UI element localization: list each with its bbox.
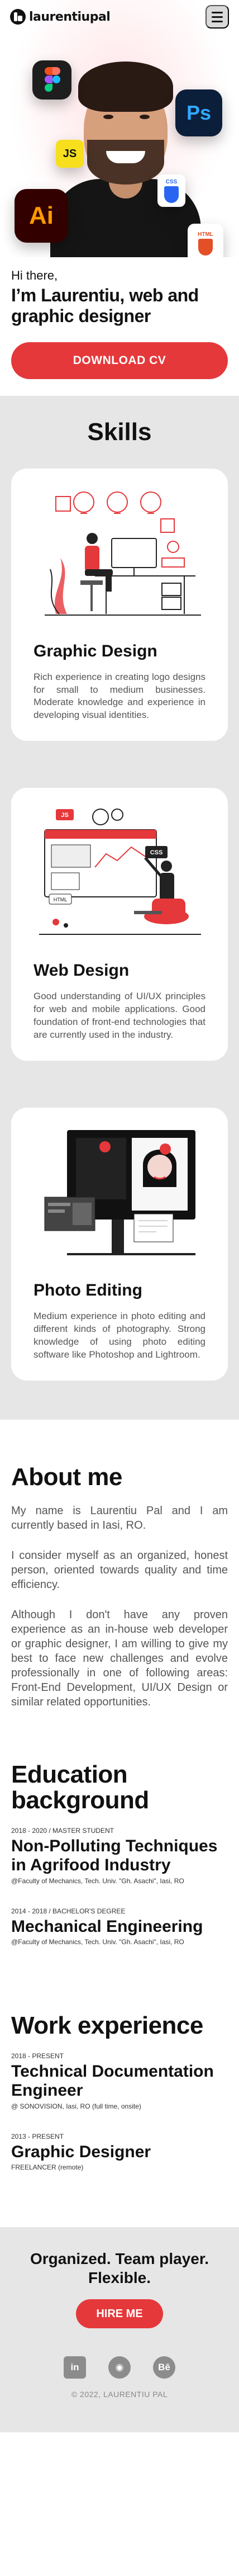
logo-text: laurentiupal	[29, 10, 111, 24]
skill-card-photo-editing: Photo Editing Medium experience in photo…	[11, 1108, 228, 1381]
menu-button[interactable]	[205, 5, 229, 29]
graphic-design-illustration-svg	[45, 491, 201, 616]
css3-icon: CSS	[157, 174, 185, 207]
html5-icon: HTML	[188, 224, 223, 257]
hire-me-button[interactable]: HIRE ME	[76, 2299, 163, 2329]
entry-subtitle: @Faculty of Mechanics, Tech. Univ. "Gh. …	[11, 1877, 184, 1885]
portrait-eye-right	[140, 115, 150, 119]
education-entry: 2018 - 2020 / MASTER STUDENT Non-Polluti…	[11, 1827, 228, 1884]
html-tag: HTML	[54, 897, 68, 902]
css-tag: CSS	[150, 849, 163, 856]
photo-editing-illustration	[34, 1124, 205, 1264]
photo-editing-illustration-svg	[44, 1130, 195, 1256]
skills-title: Skills	[87, 418, 152, 446]
skills-section: Skills Graphic Design Rich experience in…	[0, 395, 239, 1420]
web-design-illustration-svg: JS CSS HTML	[39, 809, 201, 935]
hamburger-icon-line	[212, 20, 223, 22]
hero-section: Ps JS CSS Ai HTML	[0, 0, 239, 257]
page-title: I’m Laurentiu, web and graphic designer	[11, 285, 199, 326]
entry-title: Mechanical Engineering	[11, 1917, 203, 1936]
js-tag: JS	[61, 812, 68, 819]
education-entry: 2014 - 2018 / BACHELOR'S DEGREE Mechanic…	[11, 1907, 228, 1946]
portrait-eye-left	[103, 115, 113, 119]
html5-icon-label: HTML	[198, 231, 213, 238]
github-icon[interactable]: ◉	[108, 2356, 131, 2379]
entry-meta: 2018 - 2020 / MASTER STUDENT	[11, 1827, 114, 1835]
css3-icon-label: CSS	[165, 178, 178, 185]
entry-title: Non-Polluting Techniques in Agrifood Ind…	[11, 1837, 218, 1874]
download-cv-button[interactable]: DOWNLOAD CV	[11, 342, 228, 379]
footer-tagline: Organized. Team player. Flexible.	[30, 2250, 209, 2286]
entry-subtitle: @Faculty of Mechanics, Tech. Univ. "Gh. …	[11, 1938, 184, 1946]
work-entry: 2018 - PRESENT Technical Documentation E…	[11, 2052, 228, 2110]
linkedin-icon[interactable]: in	[64, 2356, 86, 2379]
about-paragraph: I consider myself as an organized, hones…	[11, 1549, 228, 1591]
portrait-smile	[106, 151, 145, 163]
greeting: Hi there,	[11, 268, 58, 282]
figma-icon	[32, 60, 71, 100]
work-entry: 2013 - PRESENT Graphic Designer FREELANC…	[11, 2133, 228, 2172]
site-footer: Organized. Team player. Flexible. HIRE M…	[0, 2227, 239, 2433]
behance-icon[interactable]: Bē	[153, 2356, 175, 2379]
social-links: in ◉ Bē	[11, 2356, 228, 2379]
html5-shield-icon	[198, 238, 213, 256]
skill-description: Good understanding of UI/UX principles f…	[34, 991, 205, 1041]
photoshop-icon: Ps	[175, 89, 222, 136]
work-section: Work experience 2018 - PRESENT Technical…	[0, 1979, 239, 2205]
education-section: Education background 2018 - 2020 / MASTE…	[0, 1747, 239, 1979]
logo-mark-icon	[10, 9, 26, 25]
about-title: About me	[11, 1463, 122, 1491]
web-design-illustration: JS CSS HTML	[34, 805, 205, 944]
about-paragraph: Although I don't have any proven experie…	[11, 1609, 228, 1709]
skill-title: Photo Editing	[34, 1281, 142, 1300]
entry-meta: 2013 - PRESENT	[11, 2132, 64, 2140]
intro-section: Hi there, I’m Laurentiu, web and graphic…	[0, 257, 239, 396]
skill-title: Web Design	[34, 961, 130, 980]
skill-card-web-design: JS CSS HTML Web Design Good understandin…	[11, 788, 228, 1061]
graphic-design-illustration	[34, 485, 205, 625]
css3-shield-icon	[164, 186, 179, 203]
site-header: laurentiupal	[0, 0, 239, 34]
entry-subtitle: @ SONOVISION, Iasi, RO (full time, onsit…	[11, 2102, 141, 2110]
entry-title: Graphic Designer	[11, 2142, 151, 2161]
javascript-icon: JS	[56, 140, 84, 168]
skill-title: Graphic Design	[34, 641, 157, 660]
entry-title: Technical Documentation Engineer	[11, 2062, 214, 2100]
entry-subtitle: FREELANCER (remote)	[11, 2163, 84, 2172]
hamburger-icon	[212, 11, 223, 13]
about-paragraph: My name is Laurentiu Pal and I am curren…	[11, 1505, 228, 1532]
illustrator-icon: Ai	[15, 189, 68, 243]
logo[interactable]: laurentiupal	[10, 9, 111, 25]
copyright: © 2022, LAURENTIU PAL	[71, 2390, 168, 2399]
work-title: Work experience	[11, 2012, 203, 2040]
about-section: About me My name is Laurentiu Pal and I …	[0, 1420, 239, 1747]
hamburger-icon-line	[212, 16, 223, 18]
skill-card-graphic-design: Graphic Design Rich experience in creati…	[11, 468, 228, 741]
entry-meta: 2014 - 2018 / BACHELOR'S DEGREE	[11, 1907, 126, 1915]
skill-description: Rich experience in creating logo designs…	[34, 671, 205, 721]
education-title: Education background	[11, 1761, 149, 1814]
entry-meta: 2018 - PRESENT	[11, 2052, 64, 2060]
skill-description: Medium experience in photo editing and d…	[34, 1311, 205, 1360]
portrait-hair	[78, 62, 173, 112]
